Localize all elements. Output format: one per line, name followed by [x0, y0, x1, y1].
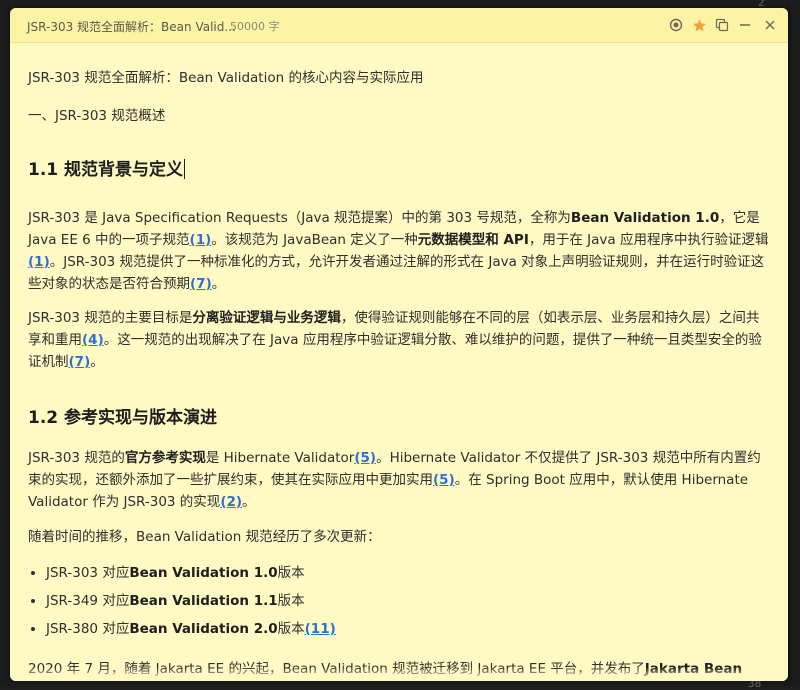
section-heading: 一、JSR-303 规范概述: [28, 108, 166, 124]
text-cursor: [184, 159, 186, 179]
copy-icon[interactable]: [713, 16, 731, 34]
list-item: JSR-349 对应Bean Validation 1.1版本: [46, 587, 766, 615]
heading-1-1: 1.1 规范背景与定义: [28, 159, 186, 180]
note-content[interactable]: JSR-303 规范全面解析：Bean Validation 的核心内容与实际应…: [10, 42, 788, 681]
citation-link[interactable]: (5): [433, 472, 455, 488]
citation-link[interactable]: (1): [190, 232, 212, 248]
list-item: JSR-303 对应Bean Validation 1.0版本: [46, 559, 766, 587]
close-icon[interactable]: [761, 16, 779, 34]
version-list: JSR-303 对应Bean Validation 1.0版本 JSR-349 …: [28, 559, 766, 643]
note-titlebar[interactable]: JSR-303 规范全面解析：Bean Valid... 50000 字: [10, 8, 788, 43]
target-icon[interactable]: [667, 16, 685, 34]
minimize-icon[interactable]: [736, 16, 754, 34]
citation-link[interactable]: (7): [69, 354, 91, 370]
star-icon[interactable]: [690, 16, 708, 34]
word-count: 50000 字: [230, 20, 280, 33]
citation-link[interactable]: (1): [28, 254, 50, 270]
heading-1-2: 1.2 参考实现与版本演进: [28, 408, 218, 428]
list-item: JSR-380 对应Bean Validation 2.0版本(11): [46, 615, 766, 643]
note-title: JSR-303 规范全面解析：Bean Valid...: [27, 20, 236, 34]
paragraph-4: 随着时间的推移，Bean Validation 规范经历了多次更新：: [28, 529, 381, 545]
citation-link[interactable]: (5): [354, 450, 376, 466]
paragraph-1: JSR-303 是 Java Specification Requests（Ja…: [28, 210, 769, 292]
document-title: JSR-303 规范全面解析：Bean Validation 的核心内容与实际应…: [28, 70, 424, 86]
citation-link[interactable]: (4): [82, 332, 104, 348]
background-gutter: [0, 0, 10, 687]
paragraph-3: JSR-303 规范的官方参考实现是 Hibernate Validator(5…: [28, 450, 761, 510]
citation-link[interactable]: (7): [190, 276, 212, 292]
paragraph-2: JSR-303 规范的主要目标是分离验证逻辑与业务逻辑，使得验证规则能够在不同的…: [28, 310, 762, 370]
citation-link[interactable]: (2): [220, 494, 242, 510]
citation-link[interactable]: (11): [305, 621, 336, 637]
note-window: JSR-303 规范全面解析：Bean Valid... 50000 字 JSR…: [10, 8, 788, 681]
background-right-edge: [786, 0, 800, 687]
content-fade: [10, 667, 788, 681]
